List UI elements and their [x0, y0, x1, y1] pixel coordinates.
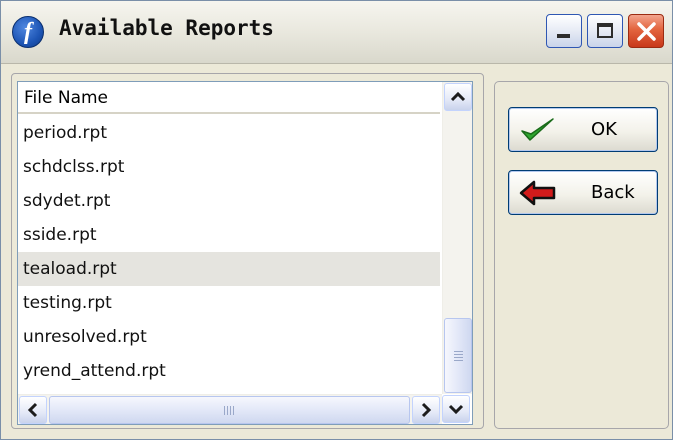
- chevron-left-icon: [27, 402, 38, 418]
- list-item[interactable]: yrend_attend.rpt: [18, 354, 440, 388]
- chevron-right-icon: [421, 402, 432, 418]
- grip-line: [230, 406, 231, 415]
- chevron-down-icon: [448, 404, 464, 415]
- grip-line: [454, 351, 463, 352]
- grip-line: [454, 357, 463, 358]
- scroll-right-button[interactable]: [412, 396, 440, 424]
- window-title: Available Reports: [59, 16, 274, 40]
- grip-line: [224, 406, 225, 415]
- maximize-button[interactable]: [587, 14, 623, 48]
- green-checkmark-icon: [521, 118, 554, 141]
- grip-line: [227, 406, 228, 415]
- chevron-up-icon: [450, 91, 466, 102]
- list-item[interactable]: period.rpt: [18, 116, 440, 150]
- scroll-up-button[interactable]: [444, 83, 472, 111]
- list-item[interactable]: sdydet.rpt: [18, 184, 440, 218]
- list-item[interactable]: schdclss.rpt: [18, 150, 440, 184]
- back-button[interactable]: Back: [508, 170, 658, 215]
- grip-line: [454, 354, 463, 355]
- vertical-scrollbar[interactable]: [442, 82, 472, 394]
- list-rows: period.rpt schdclss.rpt sdydet.rpt sside…: [18, 116, 440, 388]
- minimize-button[interactable]: [546, 14, 582, 48]
- vertical-scroll-thumb[interactable]: [444, 318, 472, 393]
- app-logo-icon: f: [12, 16, 44, 48]
- column-header-file-name[interactable]: File Name: [18, 82, 440, 114]
- title-bar[interactable]: f Available Reports: [1, 1, 672, 64]
- close-icon: [637, 22, 656, 41]
- grip-line: [233, 406, 234, 415]
- list-item-selected[interactable]: teaload.rpt: [18, 252, 440, 286]
- list-item[interactable]: testing.rpt: [18, 286, 440, 320]
- back-button-label: Back: [591, 182, 635, 203]
- report-file-list[interactable]: File Name period.rpt schdclss.rpt sdydet…: [17, 81, 473, 425]
- horizontal-scrollbar[interactable]: [18, 394, 442, 424]
- list-item[interactable]: sside.rpt: [18, 218, 440, 252]
- close-button[interactable]: [628, 14, 664, 48]
- scroll-left-button[interactable]: [19, 396, 47, 424]
- list-item[interactable]: unresolved.rpt: [18, 320, 440, 354]
- action-panel: OK Back: [494, 81, 669, 429]
- available-reports-window: f Available Reports File Name period.rpt…: [0, 0, 673, 440]
- ok-button[interactable]: OK: [508, 107, 658, 152]
- maximize-icon: [597, 23, 613, 38]
- minimize-icon: [557, 34, 570, 38]
- grip-line: [454, 360, 463, 361]
- horizontal-scroll-thumb[interactable]: [49, 396, 410, 424]
- ok-button-label: OK: [591, 119, 617, 140]
- red-left-arrow-icon: [519, 180, 556, 206]
- scroll-down-button[interactable]: [442, 395, 470, 423]
